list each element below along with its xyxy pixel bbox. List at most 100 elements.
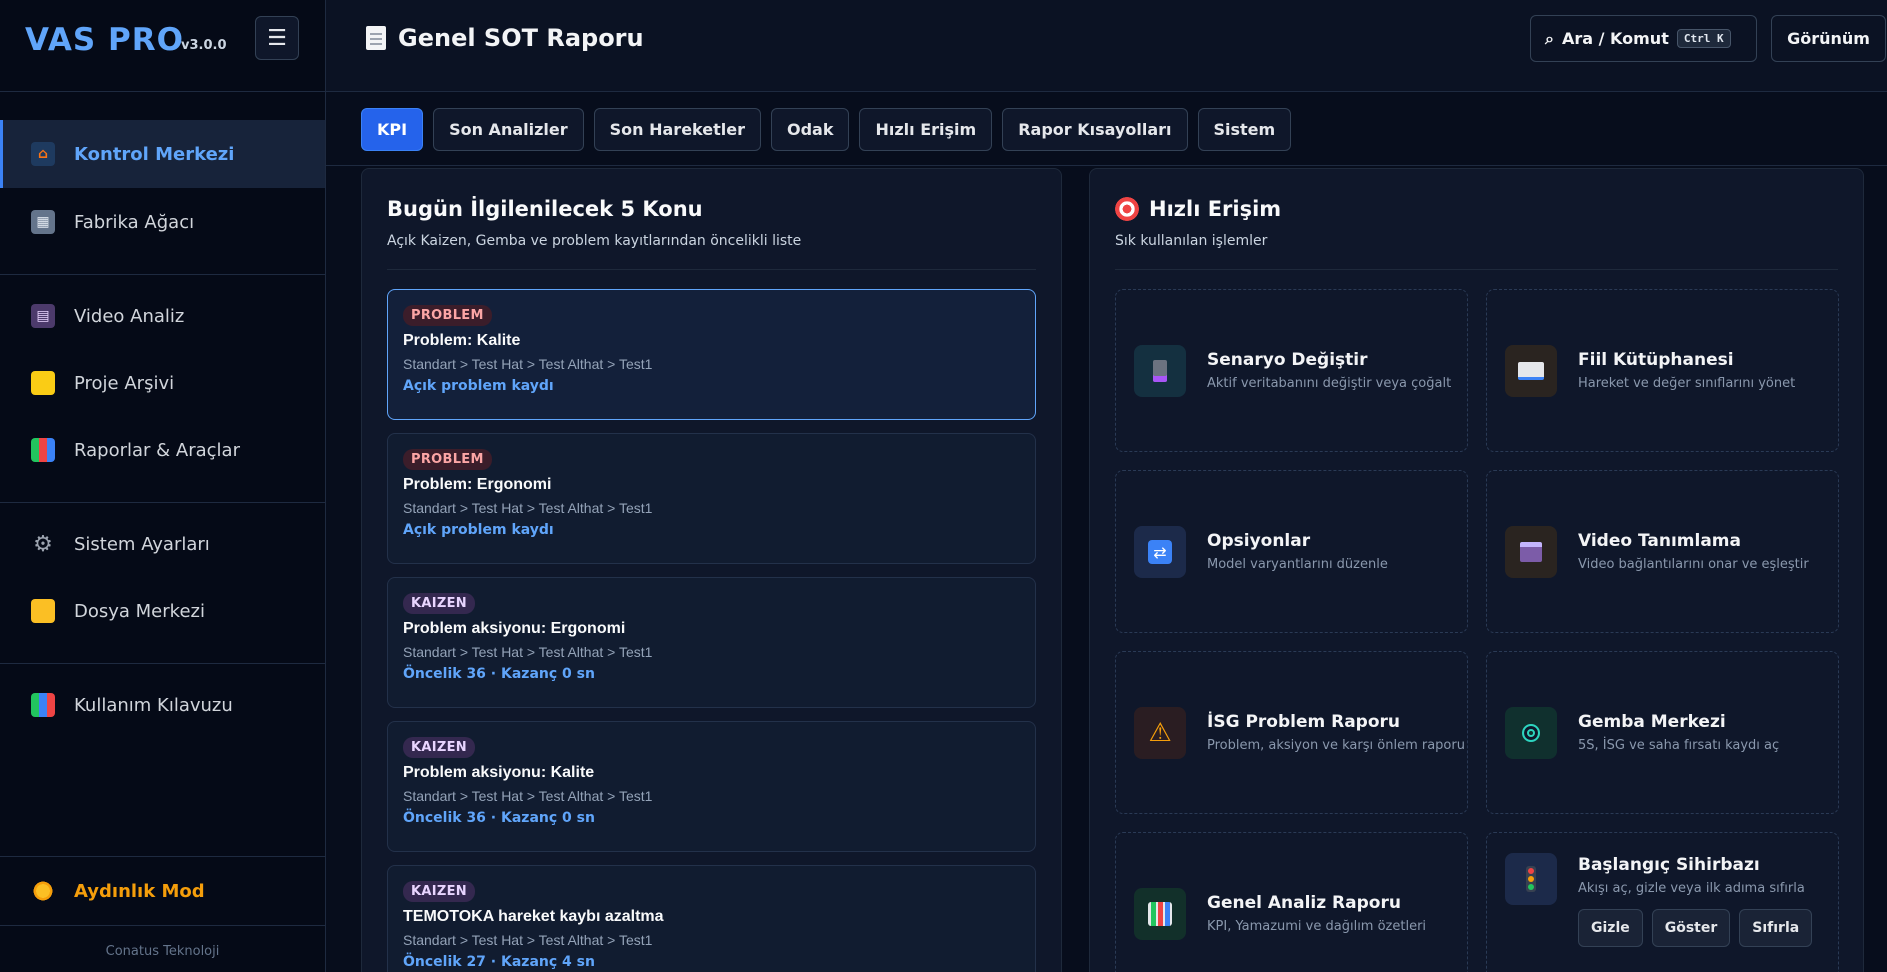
card-description: Hareket ve değer sınıflarını yönet: [1578, 376, 1796, 391]
panel-title: Hızlı Erişim: [1149, 197, 1282, 221]
reset-button[interactable]: Sıfırla: [1739, 909, 1813, 947]
hide-button[interactable]: Gizle: [1578, 909, 1643, 947]
topic-meta: Öncelik 36 · Kazanç 0 sn: [403, 666, 595, 682]
tab-kpi[interactable]: KPI: [361, 108, 424, 151]
clapper-icon: ▤: [31, 304, 55, 328]
topic-card[interactable]: PROBLEM Problem: Kalite Standart > Test …: [387, 289, 1036, 420]
search-label: Ara / Komut: [1561, 29, 1669, 48]
books-icon: [31, 693, 55, 717]
search-command-button[interactable]: ⌕ Ara / Komut Ctrl K: [1530, 15, 1757, 62]
card-description: Aktif veritabanını değiştir veya çoğalt: [1207, 376, 1452, 391]
quick-card-opsiyonlar[interactable]: ⇄ Opsiyonlar Model varyantlarını düzenle: [1115, 470, 1468, 633]
light-mode-label: Aydınlık Mod: [74, 880, 205, 902]
status-badge: PROBLEM: [403, 449, 492, 470]
quick-card-baslangic-sihirbazi[interactable]: Başlangıç Sihirbazı Akışı aç, gizle veya…: [1486, 832, 1839, 972]
document-icon: [366, 26, 386, 50]
chart-icon: [1134, 888, 1186, 940]
quick-card-video-tanimlama[interactable]: Video Tanımlama Video bağlantılarını ona…: [1486, 470, 1839, 633]
quick-card-genel-analiz-raporu[interactable]: Genel Analiz Raporu KPI, Yamazumi ve dağ…: [1115, 832, 1468, 972]
quick-card-gemba-merkezi[interactable]: Gemba Merkezi 5S, İSG ve saha fırsatı ka…: [1486, 651, 1839, 814]
card-description: Problem, aksiyon ve karşı önlem raporu: [1207, 738, 1465, 753]
tab-sistem[interactable]: Sistem: [1197, 108, 1292, 151]
sidebar-item-label: Dosya Merkezi: [74, 600, 205, 622]
topic-meta: Öncelik 27 · Kazanç 4 sn: [403, 954, 595, 970]
target-ring-icon: [1505, 707, 1557, 759]
company-footer: Conatus Teknoloji: [105, 944, 220, 959]
app-version: v3.0.0: [181, 38, 227, 53]
topic-title: Problem: Ergonomi: [403, 476, 552, 493]
topic-meta: Öncelik 36 · Kazanç 0 sn: [403, 810, 595, 826]
topic-title: Problem aksiyonu: Kalite: [403, 764, 595, 781]
sidebar-item-proje-arsivi[interactable]: Proje Arşivi: [0, 349, 325, 417]
app-logo: VAS PRO: [25, 22, 184, 58]
wizard-actions: Gizle Göster Sıfırla: [1578, 909, 1813, 947]
open-folder-icon: [31, 599, 55, 623]
topic-card[interactable]: PROBLEM Problem: Ergonomi Standart > Tes…: [387, 433, 1036, 564]
sidebar-item-dosya-merkezi[interactable]: Dosya Merkezi: [0, 577, 325, 645]
book-icon: [1505, 345, 1557, 397]
hamburger-menu-button[interactable]: ☰: [255, 16, 299, 60]
status-badge: KAIZEN: [403, 881, 475, 902]
shuffle-icon: ⇄: [1134, 526, 1186, 578]
divider: [0, 274, 325, 275]
status-badge: KAIZEN: [403, 737, 475, 758]
tab-hizli-erisim[interactable]: Hızlı Erişim: [859, 108, 993, 151]
database-icon: [1134, 345, 1186, 397]
topic-card[interactable]: KAIZEN TEMOTOKA hareket kaybı azaltma St…: [387, 865, 1036, 972]
sidebar-item-label: Fabrika Ağacı: [74, 211, 195, 233]
traffic-light-icon: [1505, 853, 1557, 905]
topic-path: Standart > Test Hat > Test Althat > Test…: [403, 788, 653, 804]
house-icon: ⌂: [31, 142, 55, 166]
light-mode-toggle[interactable]: Aydınlık Mod: [0, 856, 325, 926]
sidebar-item-label: Kontrol Merkezi: [74, 143, 235, 165]
sidebar-item-fabrika-agaci[interactable]: ▦ Fabrika Ağacı: [0, 188, 325, 256]
card-description: KPI, Yamazumi ve dağılım özetleri: [1207, 919, 1427, 934]
quick-access-panel: Hızlı Erişim Sık kullanılan işlemler Sen…: [1089, 168, 1864, 972]
sidebar-item-kullanim-kilavuzu[interactable]: Kullanım Kılavuzu: [0, 671, 325, 739]
priority-topics-panel: Bugün İlgilenilecek 5 Konu Açık Kaizen, …: [361, 168, 1062, 972]
card-title: Fiil Kütüphanesi: [1578, 350, 1734, 370]
tab-odak[interactable]: Odak: [770, 108, 850, 151]
sidebar-item-label: Kullanım Kılavuzu: [74, 694, 233, 716]
tab-rapor-kisayollari[interactable]: Rapor Kısayolları: [1002, 108, 1188, 151]
sidebar-item-label: Sistem Ayarları: [74, 533, 210, 555]
card-description: 5S, İSG ve saha fırsatı kaydı aç: [1578, 738, 1780, 753]
topic-card[interactable]: KAIZEN Problem aksiyonu: Kalite Standart…: [387, 721, 1036, 852]
quick-card-senaryo-degistir[interactable]: Senaryo Değiştir Aktif veritabanını deği…: [1115, 289, 1468, 452]
folder-icon: [31, 371, 55, 395]
card-description: Model varyantlarını düzenle: [1207, 557, 1388, 572]
gear-icon: ⚙: [33, 531, 53, 557]
view-button[interactable]: Görünüm: [1771, 15, 1886, 62]
sidebar-item-label: Raporlar & Araçlar: [74, 439, 240, 461]
card-title: Opsiyonlar: [1207, 531, 1311, 551]
sidebar-item-video-analiz[interactable]: ▤ Video Analiz: [0, 282, 325, 350]
card-description: Akışı aç, gizle veya ilk adıma sıfırla: [1578, 881, 1805, 896]
panel-title-row: Hızlı Erişim: [1115, 197, 1281, 221]
divider: [1115, 269, 1838, 270]
sidebar-item-kontrol-merkezi[interactable]: ⌂ Kontrol Merkezi: [0, 120, 325, 188]
tab-bar: KPI Son Analizler Son Hareketler Odak Hı…: [361, 108, 1292, 151]
header: Genel SOT Raporu ⌕ Ara / Komut Ctrl K Gö…: [326, 0, 1887, 92]
quick-card-isg-problem-raporu[interactable]: ⚠ İSG Problem Raporu Problem, aksiyon ve…: [1115, 651, 1468, 814]
shortcut-hint: Ctrl K: [1676, 29, 1731, 48]
sidebar-item-sistem-ayarlari[interactable]: ⚙ Sistem Ayarları: [0, 510, 325, 578]
card-title: Başlangıç Sihirbazı: [1578, 855, 1760, 875]
topic-title: Problem aksiyonu: Ergonomi: [403, 620, 626, 637]
sidebar-item-label: Proje Arşivi: [74, 372, 175, 394]
topic-path: Standart > Test Hat > Test Althat > Test…: [403, 356, 653, 372]
tab-son-analizler[interactable]: Son Analizler: [433, 108, 584, 151]
search-icon: ⌕: [1545, 28, 1554, 48]
tab-son-hareketler[interactable]: Son Hareketler: [593, 108, 761, 151]
panel-subtitle: Sık kullanılan işlemler: [1115, 233, 1268, 249]
topic-card[interactable]: KAIZEN Problem aksiyonu: Ergonomi Standa…: [387, 577, 1036, 708]
show-button[interactable]: Göster: [1651, 909, 1731, 947]
chart-icon: [31, 438, 55, 462]
panel-title: Bugün İlgilenilecek 5 Konu: [387, 197, 703, 221]
divider: [387, 269, 1036, 270]
quick-card-fiil-kutuphanesi[interactable]: Fiil Kütüphanesi Hareket ve değer sınıfl…: [1486, 289, 1839, 452]
status-badge: PROBLEM: [403, 305, 492, 326]
divider: [0, 502, 325, 503]
sidebar-item-raporlar-araclar[interactable]: Raporlar & Araçlar: [0, 416, 325, 484]
sun-icon: [31, 879, 55, 903]
warning-icon: ⚠: [1134, 707, 1186, 759]
